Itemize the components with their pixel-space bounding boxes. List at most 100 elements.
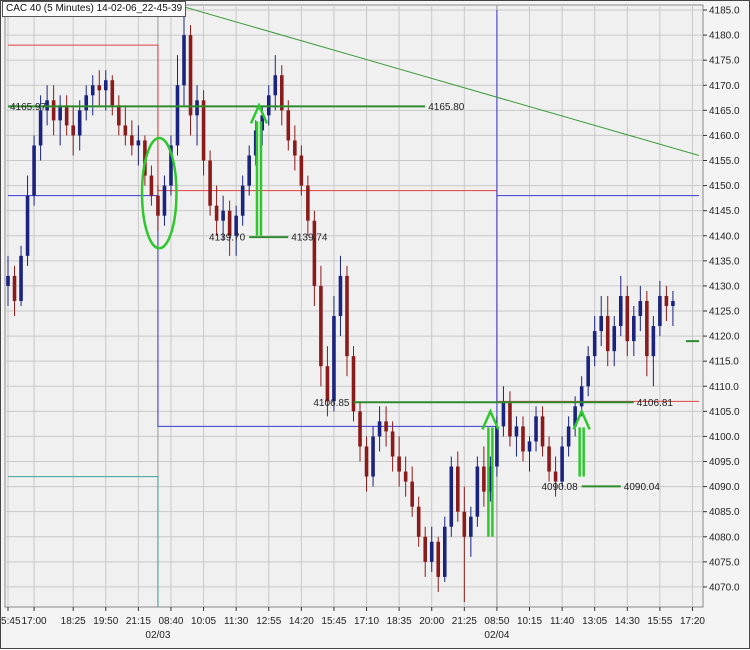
- candle-body: [645, 300, 649, 357]
- candle-body: [84, 95, 89, 111]
- candle-body: [423, 536, 428, 562]
- level-label-left: 4165.97: [10, 102, 47, 113]
- candle-body: [306, 185, 310, 221]
- candlestick-chart: 4165.97 4165.80 4139.70 4139.74 4106.85 4106.…: [1, 4, 740, 641]
- candle-body: [71, 125, 75, 136]
- candle-body: [514, 426, 519, 437]
- x-tick-label: 19:50: [93, 616, 118, 627]
- date-label: 02/03: [145, 630, 170, 641]
- candle-body: [618, 295, 623, 327]
- candle-body: [508, 401, 512, 437]
- candle-body: [247, 155, 251, 186]
- candle-body: [299, 155, 304, 186]
- candle-body: [273, 75, 278, 96]
- candle-body: [521, 426, 525, 452]
- candle-body: [162, 185, 167, 216]
- y-tick-label: 4155.0: [709, 156, 740, 167]
- candle-body: [625, 295, 630, 342]
- candle-body: [77, 110, 82, 136]
- candle-body: [221, 210, 225, 221]
- candle-body: [371, 436, 375, 477]
- x-tick-label: 10:05: [191, 616, 216, 627]
- x-tick-label: 08:40: [158, 616, 183, 627]
- candle-body: [345, 275, 349, 357]
- level-label-left: 4106.85: [313, 398, 350, 409]
- candle-body: [32, 145, 36, 196]
- candle-body: [319, 285, 323, 367]
- x-tick-label: 20:00: [419, 616, 444, 627]
- y-tick-label: 4100.0: [709, 432, 740, 443]
- candle-body: [651, 326, 656, 357]
- candle-body: [182, 35, 186, 86]
- candle-body: [547, 446, 551, 472]
- y-tick-label: 4080.0: [709, 532, 740, 543]
- candle-body: [592, 331, 597, 357]
- candle-body: [240, 185, 245, 216]
- candle-body: [156, 195, 160, 216]
- candle-body: [671, 300, 675, 306]
- candle-body: [364, 446, 369, 477]
- candle-body: [449, 466, 454, 527]
- x-tick-label: 11:30: [224, 616, 249, 627]
- y-tick-label: 4115.0: [709, 357, 739, 368]
- candle-body: [605, 316, 610, 352]
- level-label-right: 4090.04: [624, 482, 661, 493]
- level-label-right: 4139.74: [291, 233, 328, 244]
- chart-window: 4165.97 4165.80 4139.70 4139.74 4106.85 4106.…: [0, 0, 750, 649]
- y-tick-label: 4075.0: [709, 557, 740, 568]
- candle-body: [566, 426, 571, 447]
- y-tick-label: 4070.0: [709, 582, 740, 593]
- candle-body: [175, 85, 180, 146]
- y-tick-label: 4170.0: [709, 81, 740, 92]
- x-tick-label: 17:10: [354, 616, 379, 627]
- x-tick-label: 14:20: [289, 616, 314, 627]
- candle-body: [90, 85, 95, 96]
- candle-body: [117, 105, 121, 126]
- candle-body: [201, 100, 206, 161]
- candle-body: [12, 275, 17, 301]
- candle-body: [188, 35, 193, 116]
- candle-body: [64, 105, 69, 126]
- candle-body: [266, 95, 271, 116]
- candle-body: [456, 466, 460, 512]
- date-label: 02/04: [484, 630, 509, 641]
- candle-body: [19, 255, 23, 301]
- candle-body: [534, 416, 538, 442]
- x-tick-label: 15:55: [647, 616, 672, 627]
- y-tick-label: 4085.0: [709, 507, 740, 518]
- candle-body: [560, 446, 564, 482]
- x-tick-label: 15:45: [321, 616, 346, 627]
- x-tick-label: 11:40: [550, 616, 575, 627]
- candle-body: [475, 466, 480, 517]
- x-tick-label: 13:05: [582, 616, 607, 627]
- candle-body: [599, 316, 604, 332]
- candle-body: [540, 416, 545, 447]
- candle-body: [377, 421, 382, 437]
- x-tick-label: 17:00: [22, 616, 47, 627]
- candle-body: [586, 356, 590, 387]
- candle-body: [51, 100, 56, 121]
- y-tick-label: 4110.0: [709, 382, 739, 393]
- candle-body: [325, 366, 330, 402]
- x-tick-label: 14:30: [615, 616, 640, 627]
- candle-body: [410, 481, 414, 507]
- price-axis: 4070.0 4075.0 4080.0 4085.0 4090.0 4095.0 4100…: [703, 6, 740, 593]
- candle-body: [195, 100, 199, 116]
- candle-body: [6, 275, 10, 286]
- candle-body: [416, 506, 421, 537]
- grid: [4, 4, 704, 608]
- candle-body: [338, 275, 343, 317]
- candle-body: [638, 300, 643, 317]
- candle-body: [436, 541, 441, 577]
- level-label-left: 4090.08: [542, 482, 579, 493]
- candle-body: [208, 160, 212, 206]
- candle-body: [664, 295, 669, 306]
- x-tick-label: 21:25: [452, 616, 477, 627]
- candle: [351, 346, 356, 422]
- candle-body: [501, 401, 506, 427]
- candle-body: [279, 75, 284, 111]
- candle-body: [358, 411, 362, 447]
- candle-body: [123, 125, 128, 136]
- x-tick-label: 21:15: [126, 616, 151, 627]
- level-label-right: 4106.81: [637, 398, 674, 409]
